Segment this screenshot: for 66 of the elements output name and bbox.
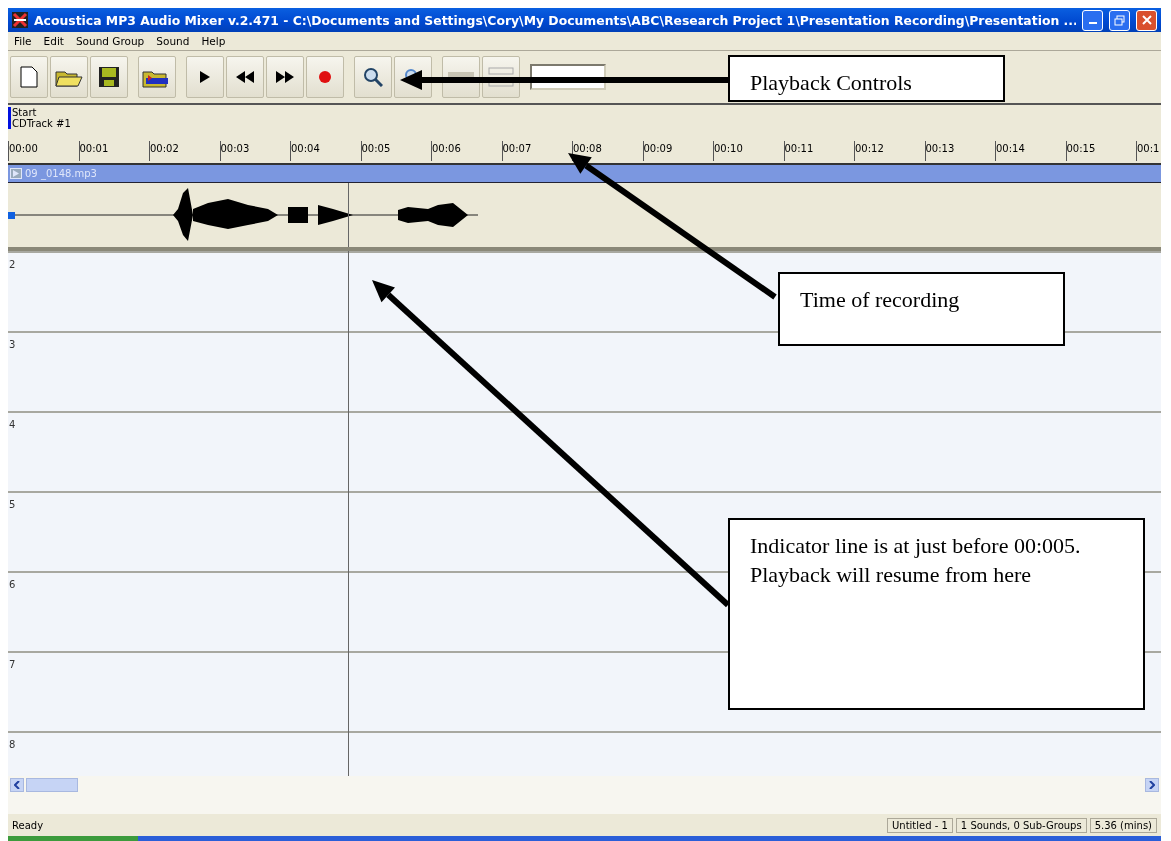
scroll-left-button[interactable] <box>10 778 24 792</box>
clip-name: 09 _0148.mp3 <box>25 168 97 179</box>
time-tick-label: 00:01 <box>78 141 149 161</box>
menu-item[interactable]: Help <box>201 35 226 47</box>
time-tick-label: 00:15 <box>1065 141 1136 161</box>
play-icon <box>199 70 211 84</box>
scroll-right-button[interactable] <box>1145 778 1159 792</box>
track-number: 2 <box>8 259 16 270</box>
time-tick-label: 00:11 <box>783 141 854 161</box>
track-number: 5 <box>8 499 16 510</box>
menu-item[interactable]: Sound Group <box>75 35 145 47</box>
time-tick-label: 00:12 <box>854 141 925 161</box>
time-tick-label: 00:14 <box>995 141 1066 161</box>
fast-forward-icon <box>275 71 295 83</box>
horizontal-scrollbar[interactable] <box>8 776 1161 794</box>
scroll-thumb[interactable] <box>26 778 78 792</box>
time-tick-label: 00:00 <box>8 141 79 161</box>
magnifier-icon <box>363 67 383 87</box>
callout-box: Playback Controls <box>728 55 1005 102</box>
window-title: Acoustica MP3 Audio Mixer v.2.471 - C:\Documents and Settings\Cory\My Documents\ABC\Research Project 1\Presentation Recording\Presentation ... <box>34 12 1076 28</box>
playhead-line <box>348 183 349 247</box>
status-panel: 5.36 (mins) <box>1089 817 1157 833</box>
time-tick-label: 00:04 <box>290 141 361 161</box>
grid-icon <box>488 66 514 88</box>
restore-icon <box>1114 14 1125 26</box>
callout-box: Indicator line is at just before 00:005. Playback will resume from here <box>728 518 1145 710</box>
menu-item[interactable]: File <box>14 35 32 47</box>
toolbar-button[interactable] <box>354 56 392 98</box>
time-tick-label: 00:10 <box>713 141 784 161</box>
time-tick-label: 00:09 <box>642 141 713 161</box>
toolbar-button[interactable] <box>186 56 224 98</box>
toolbar-button[interactable] <box>138 56 176 98</box>
toolbar-button[interactable] <box>266 56 304 98</box>
callout-box: Time of recording <box>778 272 1065 346</box>
status-message: Ready <box>12 819 44 831</box>
time-tick-label: 00:1 <box>1136 141 1171 161</box>
close-icon <box>1141 15 1152 25</box>
time-tick-label: 00:06 <box>431 141 502 161</box>
close-button[interactable] <box>1136 9 1157 31</box>
menu-item[interactable]: Sound <box>156 35 190 47</box>
marker-label: CDTrack #1 <box>12 118 72 129</box>
blank-page-icon <box>20 66 38 88</box>
track-lane[interactable]: 4 <box>8 411 1161 491</box>
app-logo-icon <box>12 12 28 28</box>
chevron-left-icon <box>14 781 20 789</box>
menu-item[interactable]: Edit <box>43 35 64 47</box>
track-number: 3 <box>8 339 16 350</box>
record-icon <box>319 71 331 83</box>
minimize-button[interactable] <box>1082 9 1103 31</box>
chevron-right-icon <box>1149 781 1155 789</box>
track-number: 7 <box>8 659 16 670</box>
time-tick-label: 00:13 <box>924 141 995 161</box>
marker-label: Start <box>12 107 38 118</box>
time-tick-label: 00:03 <box>219 141 290 161</box>
track-number: 4 <box>8 419 16 430</box>
restore-button[interactable] <box>1109 9 1130 31</box>
time-tick-label: 00:05 <box>360 141 431 161</box>
time-tick-label: 00:02 <box>149 141 220 161</box>
track-number: 8 <box>8 739 16 750</box>
toolbar-button[interactable] <box>226 56 264 98</box>
status-panel: 1 Sounds, 0 Sub-Groups <box>955 817 1087 833</box>
status-panel: Untitled - 1 <box>886 817 953 833</box>
play-icon <box>10 168 22 179</box>
toolbar-button[interactable] <box>90 56 128 98</box>
rewind-icon <box>235 71 255 83</box>
track-number: 6 <box>8 579 16 590</box>
